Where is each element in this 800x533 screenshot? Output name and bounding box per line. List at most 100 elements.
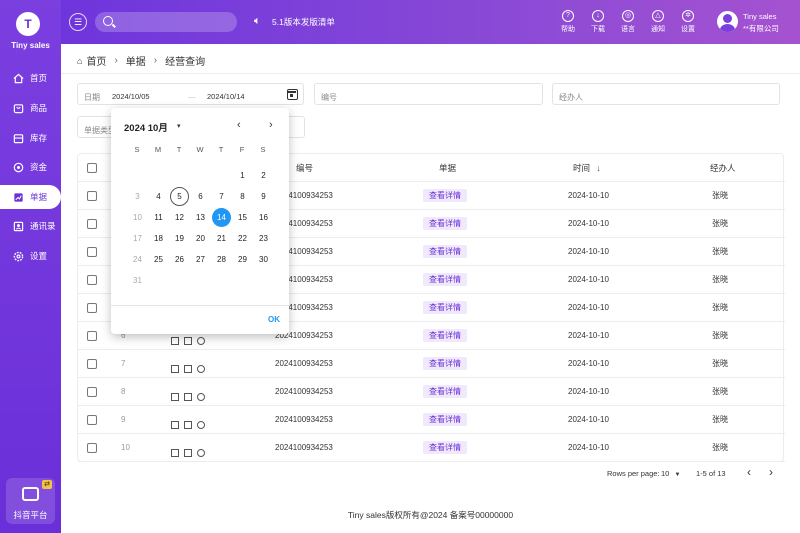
row-checkbox[interactable] <box>87 331 97 341</box>
view-details-button[interactable]: 查看详情 <box>423 441 467 454</box>
calendar-day[interactable]: 24 <box>128 250 147 269</box>
more-icon[interactable] <box>197 421 205 429</box>
next-month-button[interactable]: › <box>269 119 273 131</box>
calendar-day[interactable]: 4 <box>149 187 168 206</box>
settings-button[interactable]: ✲ 设置 <box>673 10 703 34</box>
menu-toggle-button[interactable]: ☰ <box>69 13 87 31</box>
date-end-input[interactable]: 2024/10/14 <box>207 92 245 101</box>
handler-field[interactable]: 经办人 <box>552 83 780 105</box>
language-button[interactable]: ◎ 语言 <box>613 10 643 34</box>
delete-icon[interactable] <box>184 337 192 345</box>
row-checkbox[interactable] <box>87 275 97 285</box>
row-checkbox[interactable] <box>87 219 97 229</box>
sidebar-item-settings[interactable]: 设置 <box>0 244 61 268</box>
column-header-document[interactable]: 单据 <box>439 154 456 182</box>
calendar-day[interactable]: 31 <box>128 271 147 290</box>
sidebar-item-home[interactable]: 首页 <box>0 66 61 90</box>
view-details-button[interactable]: 查看详情 <box>423 385 467 398</box>
breadcrumb-home[interactable]: 首页 <box>86 53 106 68</box>
delete-icon[interactable] <box>184 365 192 373</box>
sidebar-item-contacts[interactable]: 通讯录 <box>0 214 61 238</box>
calendar-day[interactable]: 17 <box>128 229 147 248</box>
calendar-day[interactable]: 8 <box>233 187 252 206</box>
rows-per-page-select[interactable]: 10 ▼ <box>661 469 680 478</box>
sidebar-item-inventory[interactable]: 库存 <box>0 126 61 150</box>
prev-page-button[interactable]: ‹ <box>747 465 751 479</box>
calendar-day[interactable]: 2 <box>254 166 273 185</box>
select-all-checkbox[interactable] <box>87 163 97 173</box>
row-checkbox[interactable] <box>87 247 97 257</box>
edit-icon[interactable] <box>171 449 179 457</box>
column-header-time[interactable]: 时间 ↓ <box>573 154 601 182</box>
row-checkbox[interactable] <box>87 415 97 425</box>
calendar-day[interactable]: 1 <box>233 166 252 185</box>
edit-icon[interactable] <box>171 421 179 429</box>
calendar-icon[interactable] <box>287 89 298 100</box>
calendar-day[interactable]: 12 <box>170 208 189 227</box>
next-page-button[interactable]: › <box>769 465 773 479</box>
edit-icon[interactable] <box>171 337 179 345</box>
sidebar-item-goods[interactable]: 商品 <box>0 96 61 120</box>
view-details-button[interactable]: 查看详情 <box>423 189 467 202</box>
row-checkbox[interactable] <box>87 387 97 397</box>
view-details-button[interactable]: 查看详情 <box>423 245 467 258</box>
delete-icon[interactable] <box>184 449 192 457</box>
calendar-day[interactable]: 27 <box>191 250 210 269</box>
sort-arrow-icon[interactable]: ↓ <box>596 163 600 173</box>
view-details-button[interactable]: 查看详情 <box>423 217 467 230</box>
calendar-day[interactable]: 26 <box>170 250 189 269</box>
date-range-field[interactable]: 日期 2024/10/05 — 2024/10/14 <box>77 83 304 105</box>
row-checkbox[interactable] <box>87 443 97 453</box>
view-details-button[interactable]: 查看详情 <box>423 329 467 342</box>
delete-icon[interactable] <box>184 393 192 401</box>
calendar-day[interactable]: 28 <box>212 250 231 269</box>
delete-icon[interactable] <box>184 421 192 429</box>
calendar-day[interactable]: 18 <box>149 229 168 248</box>
number-field[interactable]: 编号 <box>314 83 543 105</box>
calendar-day[interactable]: 19 <box>170 229 189 248</box>
sidebar-item-funds[interactable]: 资金 <box>0 155 61 179</box>
month-year-selector[interactable]: 2024 10月 <box>124 120 168 134</box>
column-header-number[interactable]: 编号 <box>296 154 313 182</box>
calendar-day[interactable]: 29 <box>233 250 252 269</box>
more-icon[interactable] <box>197 393 205 401</box>
edit-icon[interactable] <box>171 393 179 401</box>
calendar-day[interactable]: 22 <box>233 229 252 248</box>
more-icon[interactable] <box>197 365 205 373</box>
date-start-input[interactable]: 2024/10/05 <box>112 92 150 101</box>
column-header-handler[interactable]: 经办人 <box>710 154 736 182</box>
download-button[interactable]: ↓ 下载 <box>583 10 613 34</box>
breadcrumb-documents[interactable]: 单据 <box>126 53 146 68</box>
row-checkbox[interactable] <box>87 191 97 201</box>
prev-month-button[interactable]: ‹ <box>237 119 241 131</box>
calendar-day[interactable]: 9 <box>254 187 273 206</box>
release-notice-link[interactable]: 5.1版本发版清单 <box>272 16 335 28</box>
user-name[interactable]: Tiny sales <box>743 12 776 21</box>
more-icon[interactable] <box>197 449 205 457</box>
calendar-day[interactable]: 25 <box>149 250 168 269</box>
calendar-day[interactable]: 14 <box>212 208 231 227</box>
view-details-button[interactable]: 查看详情 <box>423 273 467 286</box>
search-input[interactable] <box>95 12 237 32</box>
row-checkbox[interactable] <box>87 359 97 369</box>
calendar-day[interactable]: 5 <box>170 187 189 206</box>
douyin-platform-button[interactable]: ⇄ 抖音平台 <box>6 478 55 524</box>
app-logo[interactable]: T <box>16 12 40 36</box>
row-checkbox[interactable] <box>87 303 97 313</box>
calendar-day[interactable]: 21 <box>212 229 231 248</box>
calendar-day[interactable]: 20 <box>191 229 210 248</box>
calendar-day[interactable]: 6 <box>191 187 210 206</box>
help-button[interactable]: ? 帮助 <box>553 10 583 34</box>
calendar-day[interactable]: 10 <box>128 208 147 227</box>
chevron-down-icon[interactable]: ▾ <box>177 122 181 130</box>
calendar-day[interactable]: 15 <box>233 208 252 227</box>
calendar-day[interactable]: 13 <box>191 208 210 227</box>
avatar[interactable] <box>717 11 738 32</box>
sidebar-item-documents[interactable]: 单据 <box>0 185 61 209</box>
view-details-button[interactable]: 查看详情 <box>423 357 467 370</box>
calendar-day[interactable]: 3 <box>128 187 147 206</box>
view-details-button[interactable]: 查看详情 <box>423 413 467 426</box>
calendar-day[interactable]: 11 <box>149 208 168 227</box>
edit-icon[interactable] <box>171 365 179 373</box>
calendar-day[interactable]: 30 <box>254 250 273 269</box>
